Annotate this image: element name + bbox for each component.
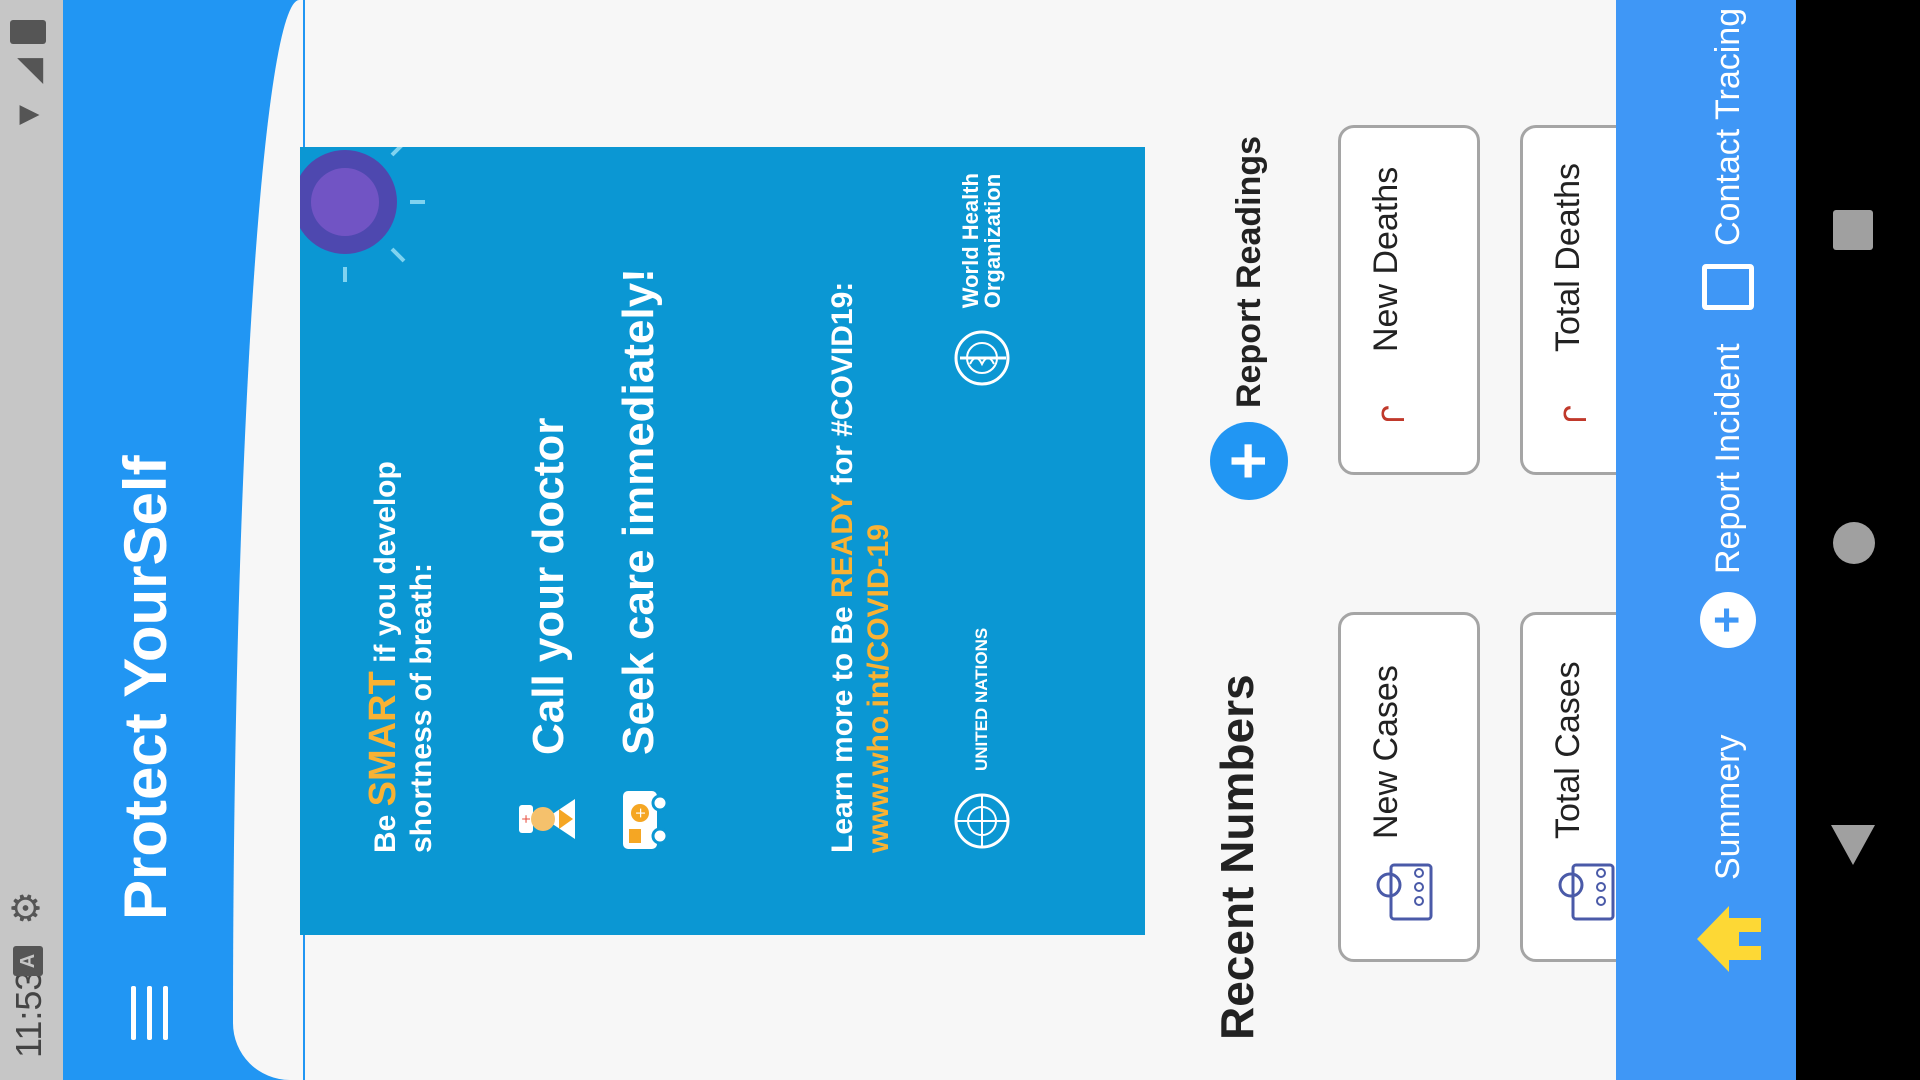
back-button-icon[interactable]	[1831, 825, 1875, 865]
status-time: 11:53	[8, 970, 49, 1058]
plus-circle-icon: +	[1700, 592, 1756, 648]
poster-intro-pre: Be	[369, 806, 402, 853]
poster-url-link[interactable]: www.who.int/COVID-19	[862, 524, 895, 853]
recent-numbers-title: Recent Numbers	[1211, 674, 1263, 1040]
signal-icon: ◢	[9, 58, 47, 85]
report-readings-label[interactable]: Report Readings	[1230, 136, 1269, 408]
who-logo-block: World Health Organization	[950, 173, 1014, 390]
settings-gear-icon: ⚙	[6, 890, 48, 925]
un-label: UNITED NATIONS	[972, 627, 991, 771]
un-logo-block: UNITED NATIONS	[950, 628, 1014, 853]
nav-report-incident[interactable]: + Report Incident	[1638, 343, 1818, 648]
poster-footer: UNITED NATIONS World Health Organization	[950, 173, 1014, 853]
poster-item-text: Call your doctor	[524, 417, 573, 755]
who-emblem-icon	[954, 330, 1010, 386]
card-label: Total Deaths	[1549, 163, 1587, 352]
nav-label: Report Incident	[1708, 343, 1747, 574]
poster-learn-highlight: READY	[826, 493, 859, 598]
poster-item-seek-care: + Seek care immediately!	[605, 268, 673, 853]
app-screen: 11:53 A ⚙ ▼ ◢ Protect YourSelf Be SMART …	[0, 0, 1920, 1080]
svg-text:+: +	[519, 814, 533, 824]
status-icons: ▼ ◢	[8, 20, 48, 132]
system-navigation-bar	[1796, 0, 1920, 1080]
report-readings-button[interactable]: + Report Readings	[1210, 136, 1288, 500]
nav-label: Contact Tracing	[1708, 7, 1747, 246]
card-new-cases[interactable]: New Cases	[1338, 612, 1480, 962]
battery-icon	[10, 20, 46, 44]
card-label: Total Cases	[1549, 661, 1587, 839]
screen: 11:53 A ⚙ ▼ ◢ Protect YourSelf Be SMART …	[0, 0, 1920, 1080]
wifi-icon: ▼	[8, 98, 47, 132]
card-label: New Cases	[1367, 665, 1405, 839]
virus-lab-icon	[1558, 863, 1615, 921]
home-icon	[1697, 906, 1761, 972]
accessibility-icon: A	[13, 946, 43, 976]
plus-icon[interactable]: +	[1210, 422, 1288, 500]
recent-apps-button-icon[interactable]	[1833, 210, 1873, 250]
home-button-icon[interactable]	[1833, 522, 1875, 564]
ambulance-icon: +	[623, 791, 669, 849]
poster-learn-post: for #COVID19:	[826, 281, 859, 494]
death-icon: ᒋ	[1378, 405, 1411, 424]
status-bar: 11:53 A ⚙ ▼ ◢	[0, 0, 63, 1080]
bottom-nav: Summery + Report Incident Contact Tracin…	[1616, 0, 1796, 1080]
un-emblem-icon	[954, 793, 1010, 849]
who-poster: Be SMART if you develop shortness of bre…	[300, 147, 1145, 935]
card-label: New Deaths	[1367, 166, 1405, 352]
who-label-line-1: World Health	[958, 173, 983, 309]
who-label-line-2: Organization	[980, 173, 1005, 309]
death-icon: ᒋ	[1560, 405, 1593, 424]
nav-contact-tracing[interactable]: Contact Tracing	[1638, 8, 1818, 310]
poster-learn-more: Learn more to Be READY for #COVID19: www…	[825, 282, 897, 853]
book-icon	[1702, 264, 1754, 310]
nav-label: Summery	[1708, 734, 1747, 880]
virus-lab-icon	[1376, 863, 1433, 921]
svg-text:+: +	[633, 807, 649, 819]
poster-learn-pre: Learn more to Be	[826, 597, 859, 853]
hamburger-menu-icon[interactable]	[131, 986, 169, 1040]
poster-intro-highlight: SMART	[362, 671, 404, 807]
poster-item-text: Seek care immediately!	[614, 268, 663, 755]
who-label: World Health Organization	[958, 173, 1005, 309]
app-header: Protect YourSelf	[63, 0, 233, 1080]
card-new-deaths[interactable]: ᒋ New Deaths	[1338, 125, 1480, 475]
virus-icon	[300, 147, 425, 282]
poster-item-call-doctor: + Call your doctor	[515, 418, 583, 853]
doctor-icon: +	[519, 799, 575, 839]
nav-summery[interactable]: Summery	[1638, 735, 1818, 980]
poster-intro-text: Be SMART if you develop shortness of bre…	[362, 433, 440, 853]
page-title: Protect YourSelf	[112, 455, 179, 920]
